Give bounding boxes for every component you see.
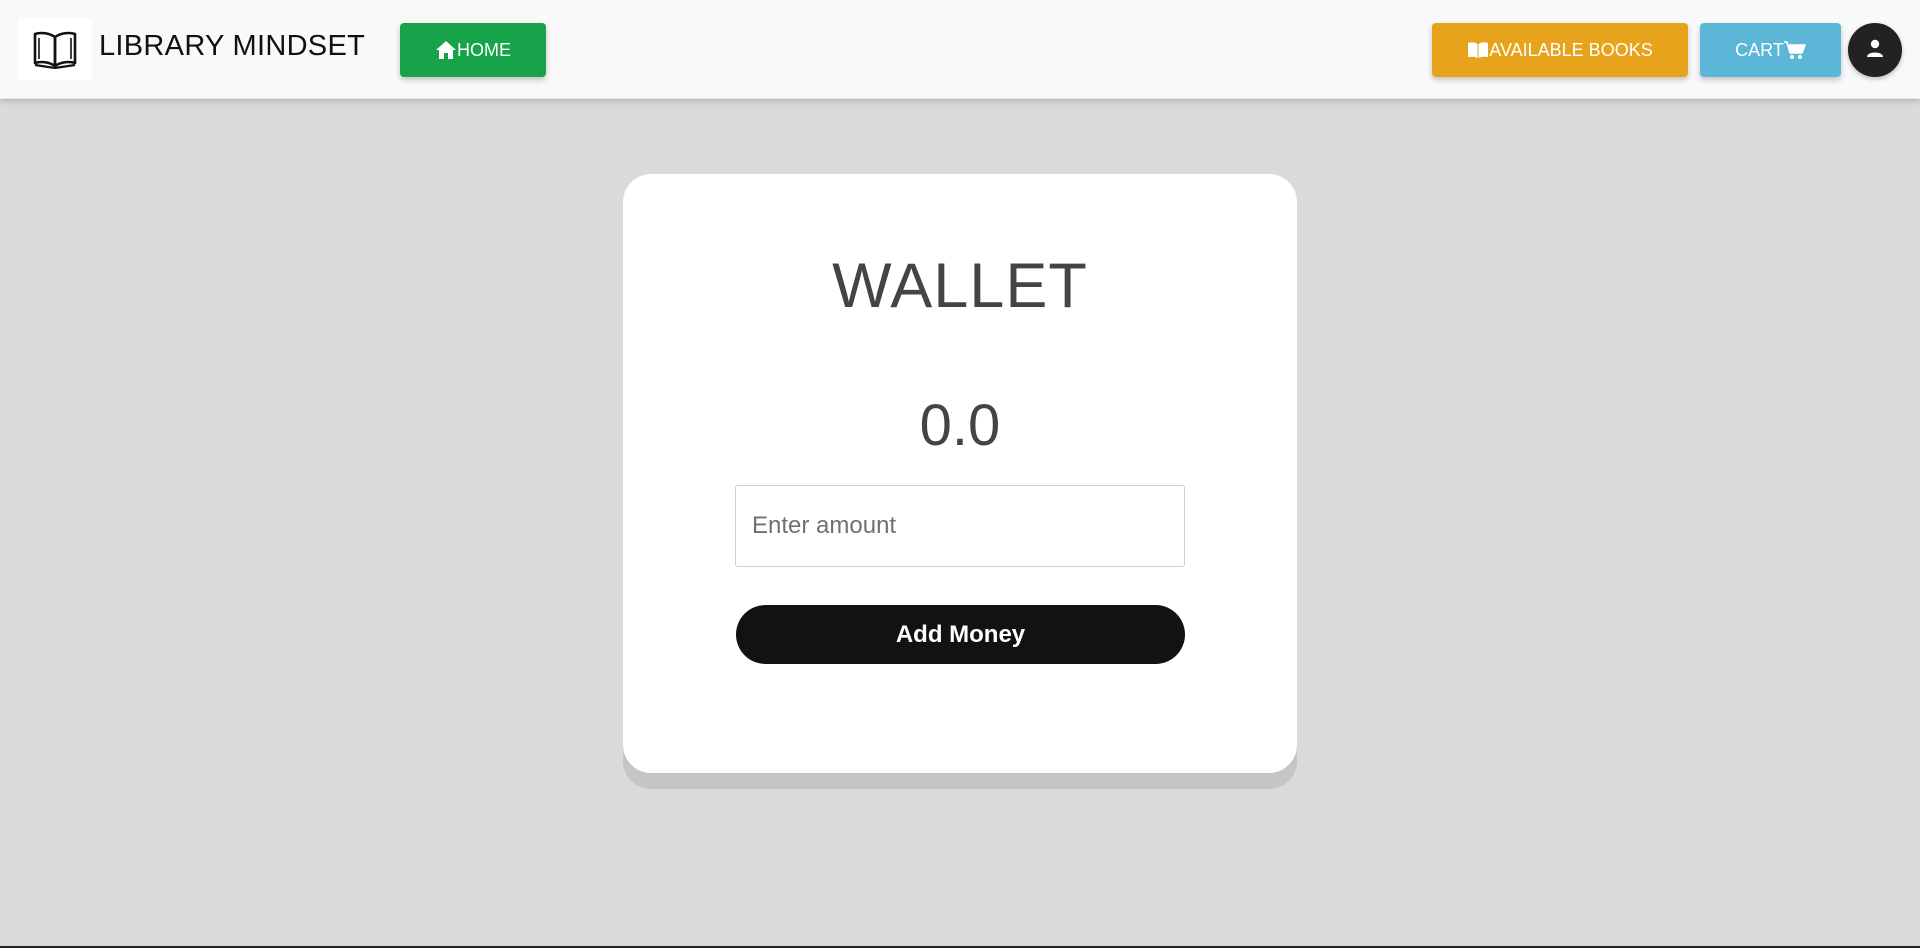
amount-input[interactable]	[735, 485, 1185, 567]
home-icon	[435, 40, 457, 60]
book-open-icon	[1467, 41, 1489, 59]
shopping-cart-icon	[1783, 40, 1806, 60]
cart-button[interactable]: CART	[1700, 23, 1841, 77]
wallet-balance: 0.0	[919, 393, 1001, 458]
user-icon	[1866, 39, 1884, 62]
user-avatar-button[interactable]	[1848, 23, 1902, 77]
top-navbar: LIBRARY MINDSET HOME AVAILABLE BOOKS CAR…	[0, 0, 1920, 99]
wallet-title: WALLET	[832, 251, 1088, 321]
wallet-card: WALLET 0.0 Add Money	[623, 174, 1297, 773]
brand-title: LIBRARY MINDSET	[99, 30, 366, 62]
available-books-label: AVAILABLE BOOKS	[1489, 39, 1653, 60]
home-button[interactable]: HOME	[400, 23, 546, 77]
open-book-icon[interactable]	[18, 18, 92, 80]
cart-button-label: CART	[1735, 39, 1784, 60]
available-books-button[interactable]: AVAILABLE BOOKS	[1432, 23, 1688, 77]
add-money-button[interactable]: Add Money	[736, 605, 1185, 664]
home-button-label: HOME	[457, 39, 511, 60]
